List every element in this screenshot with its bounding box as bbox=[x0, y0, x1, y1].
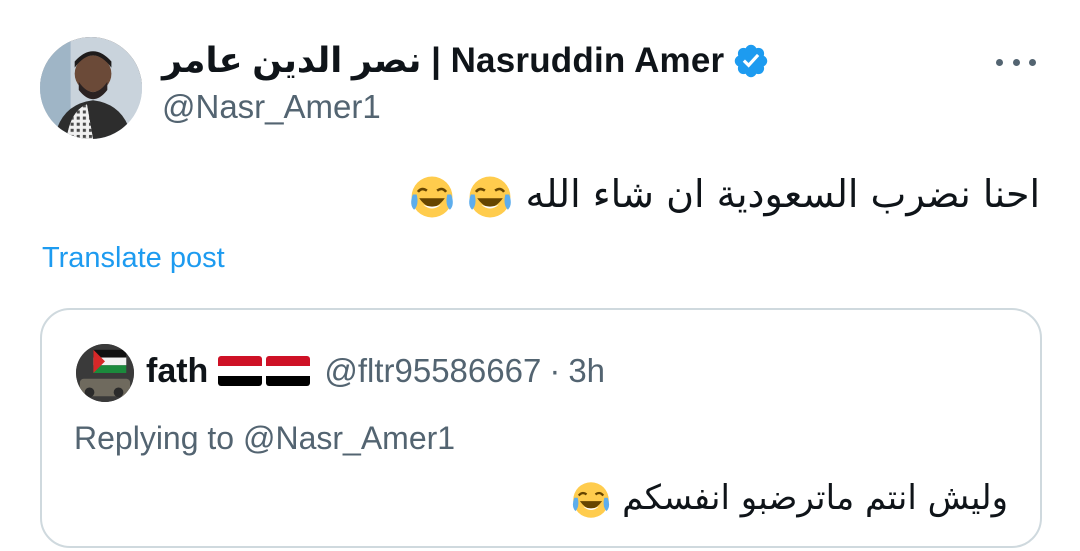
tears-of-joy-emoji-icon bbox=[467, 174, 513, 220]
quoted-author-handle[interactable]: @fltr95586667 bbox=[324, 352, 541, 390]
tears-of-joy-emoji-icon bbox=[409, 174, 455, 220]
quoted-tweet-card[interactable]: fath @fltr95586667 · 3h Replying to @Nas… bbox=[40, 308, 1042, 548]
more-options-icon[interactable] bbox=[996, 50, 1036, 74]
verified-badge-icon bbox=[732, 42, 770, 80]
author-handle[interactable]: @Nasr_Amer1 bbox=[162, 88, 770, 126]
tweet: نصر الدين عامر | Nasruddin Amer @Nasr_Am… bbox=[0, 0, 1080, 551]
tweet-text-content: احنا نضرب السعودية ان شاء الله bbox=[525, 172, 1040, 216]
replying-to-label: Replying to @Nasr_Amer1 bbox=[74, 420, 456, 456]
author-avatar[interactable] bbox=[40, 37, 142, 139]
yemen-flag-icon bbox=[218, 356, 263, 386]
quoted-author-avatar[interactable] bbox=[76, 344, 134, 402]
quoted-author-name[interactable]: fath bbox=[146, 352, 208, 391]
quoted-tweet-header: fath @fltr95586667 · 3h bbox=[146, 350, 605, 392]
tears-of-joy-emoji-icon bbox=[571, 480, 611, 520]
tweet-header: نصر الدين عامر | Nasruddin Amer @Nasr_Am… bbox=[162, 40, 770, 126]
quoted-timestamp[interactable]: 3h bbox=[568, 352, 605, 390]
yemen-flag-icon bbox=[266, 356, 311, 386]
quoted-tweet-text-content: وليش انتم ماترضبو انفسكم bbox=[622, 478, 1008, 518]
separator-dot: · bbox=[549, 352, 561, 389]
quoted-tweet-text: وليش انتم ماترضبو انفسكم bbox=[571, 478, 1008, 520]
tweet-text: احنا نضرب السعودية ان شاء الله bbox=[409, 172, 1040, 220]
translate-post-link[interactable]: Translate post bbox=[42, 242, 225, 275]
author-display-name[interactable]: نصر الدين عامر | Nasruddin Amer bbox=[162, 41, 724, 81]
